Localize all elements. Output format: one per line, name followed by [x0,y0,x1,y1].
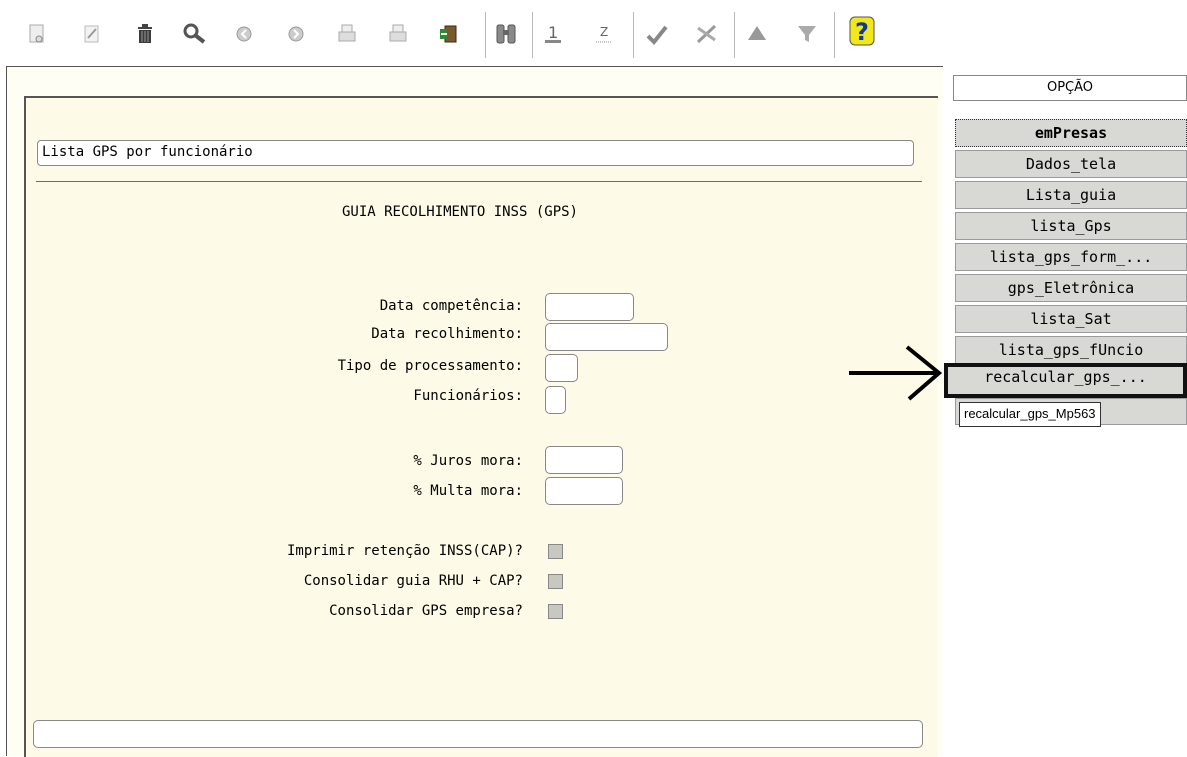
form-panel [24,96,938,757]
option-lista-gps[interactable]: lista_Gps [955,212,1187,240]
option-gps-eletronica[interactable]: gps_Eletrônica [955,274,1187,302]
up-icon[interactable] [745,22,769,46]
option-empresas[interactable]: emPresas [955,119,1187,147]
data-competencia-input[interactable] [545,293,634,321]
filter-icon[interactable] [795,22,819,46]
juros-mora-label: % Juros mora: [413,453,523,469]
data-recolhimento-label: Data recolhimento: [371,326,523,342]
edit-icon[interactable] [80,22,104,46]
svg-text:Z: Z [600,25,608,39]
tooltip: recalcular_gps_Mp563 [959,402,1101,427]
sort-asc-icon[interactable]: 1 [541,22,565,46]
tipo-processamento-label: Tipo de processamento: [337,358,523,374]
option-lista-sat[interactable]: lista_Sat [955,305,1187,333]
tipo-processamento-input[interactable] [545,354,578,382]
options-header: OPÇÃO [953,75,1187,101]
divider [36,181,922,182]
multa-mora-label: % Multa mora: [413,483,523,499]
imprimir-retencao-checkbox[interactable] [548,544,563,559]
data-competencia-label: Data competência: [379,298,523,314]
option-dados-tela[interactable]: Dados_tela [955,150,1187,178]
svg-text:?: ? [855,18,869,46]
consolidar-rhu-cap-checkbox[interactable] [548,574,563,589]
imprimir-retencao-label: Imprimir retenção INSS(CAP)? [286,543,523,559]
option-lista-guia[interactable]: Lista_guia [955,181,1187,209]
data-recolhimento-input[interactable] [545,323,668,351]
sort-desc-icon[interactable]: Z [592,22,616,46]
trash-icon[interactable] [133,22,157,46]
option-recalcular-gps[interactable]: recalcular_gps_... [944,363,1187,398]
consolidar-gps-label: Consolidar GPS empresa? [329,603,523,619]
consolidar-gps-checkbox[interactable] [548,604,563,619]
tools-icon[interactable] [695,22,719,46]
form-title-field: Lista GPS por funcionário [37,140,914,166]
consolidar-rhu-cap-label: Consolidar guia RHU + CAP? [303,573,523,589]
print-preview-icon[interactable] [386,22,410,46]
binoculars-icon[interactable] [494,22,518,46]
print-icon[interactable] [335,22,359,46]
status-field[interactable] [33,720,923,748]
option-lista-gps-form[interactable]: lista_gps_form_... [955,243,1187,271]
toolbar: 1 Z ? [0,0,945,66]
next-icon[interactable] [284,22,308,46]
previous-icon[interactable] [232,22,256,46]
funcionarios-label: Funcionários: [413,388,523,404]
new-doc-icon[interactable] [25,22,49,46]
arrow-icon [849,345,943,401]
help-icon[interactable]: ? [847,16,877,46]
juros-mora-input[interactable] [545,446,623,474]
form-heading: GUIA RECOLHIMENTO INSS (GPS) [341,204,578,220]
svg-text:1: 1 [548,23,558,42]
exit-door-icon[interactable] [437,22,461,46]
funcionarios-input[interactable] [545,386,566,414]
option-lista-gps-funcio[interactable]: lista_gps_fUncio [955,336,1187,364]
search-icon[interactable] [183,22,207,46]
check-icon[interactable] [645,22,669,46]
multa-mora-input[interactable] [545,477,623,505]
